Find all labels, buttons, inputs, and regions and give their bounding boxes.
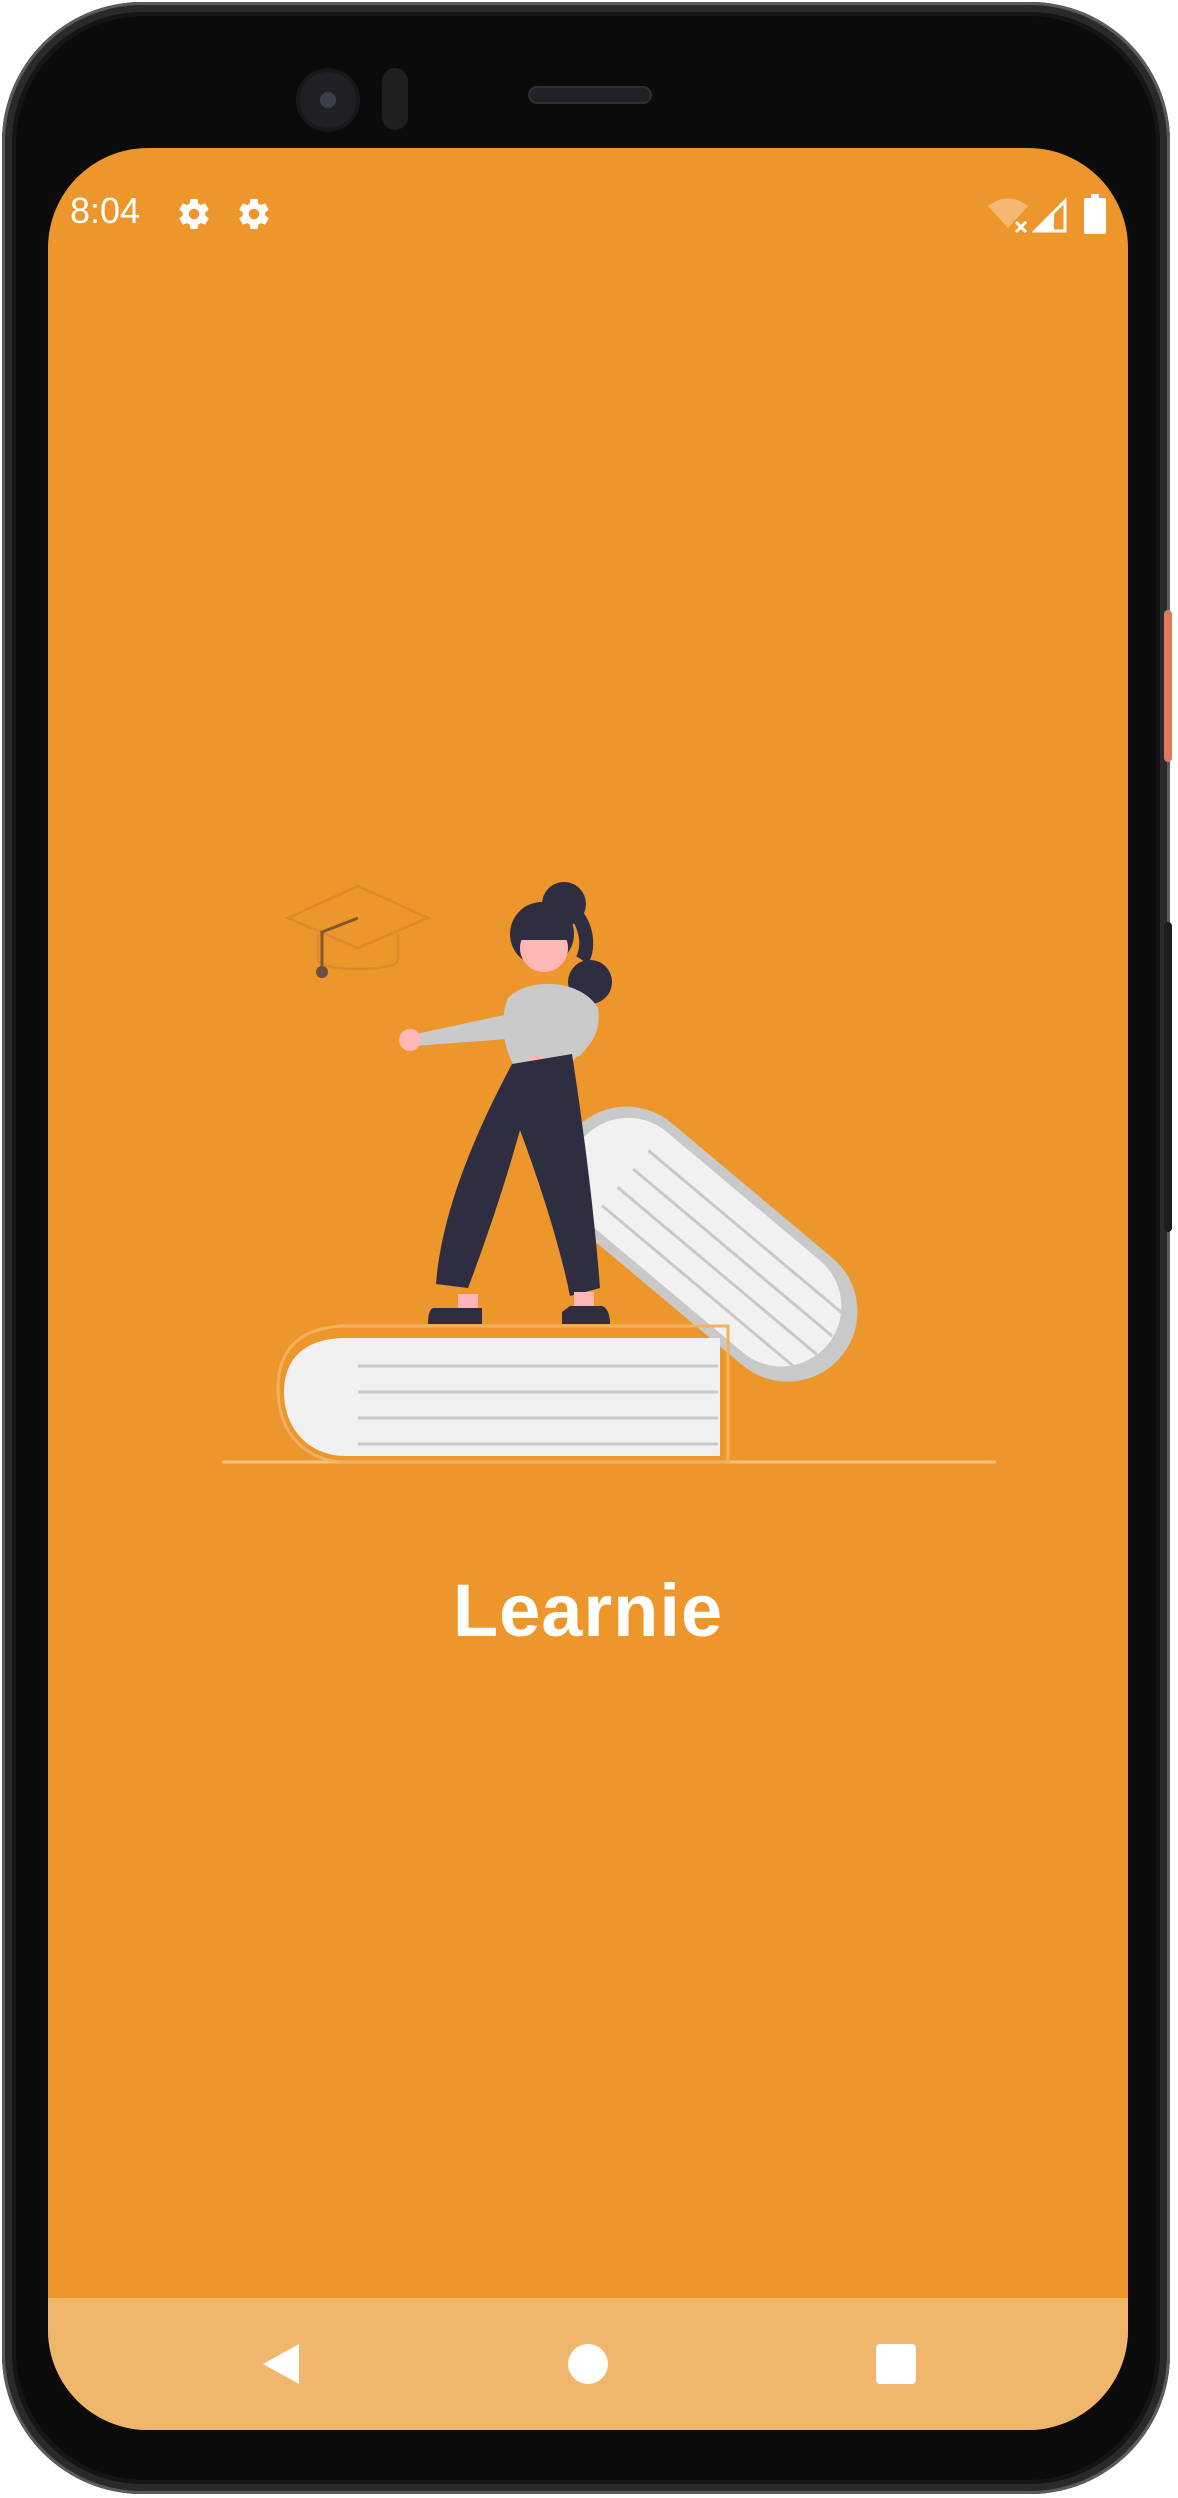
earpiece-speaker <box>530 88 650 102</box>
recents-button[interactable] <box>868 2336 924 2392</box>
proximity-sensor <box>382 68 408 130</box>
settings-gear-icon <box>239 199 269 230</box>
settings-gear-icon <box>179 199 209 230</box>
app-title: Learnie <box>452 1569 724 1652</box>
splash-illustration <box>222 882 996 1464</box>
graduation-cap-icon <box>284 884 432 978</box>
home-button[interactable] <box>560 2336 616 2392</box>
recents-icon <box>876 2344 916 2384</box>
back-icon <box>263 2344 299 2384</box>
volume-button <box>1164 922 1172 1232</box>
power-button <box>1164 610 1172 762</box>
screen: 8:04 Learnie <box>48 148 1128 2430</box>
cellular-signal-icon <box>1032 198 1067 233</box>
lying-book <box>276 1324 730 1464</box>
status-time: 8:04 <box>70 190 141 231</box>
back-button[interactable] <box>253 2336 309 2392</box>
phone-frame: 8:04 Learnie <box>2 2 1172 2494</box>
wifi-off-icon <box>988 198 1028 234</box>
battery-icon <box>1084 194 1106 234</box>
navigation-bar <box>48 2298 1128 2430</box>
home-icon <box>568 2344 608 2384</box>
status-bar: 8:04 <box>48 148 1128 268</box>
front-camera <box>300 72 356 128</box>
woman-figure <box>399 882 612 1324</box>
